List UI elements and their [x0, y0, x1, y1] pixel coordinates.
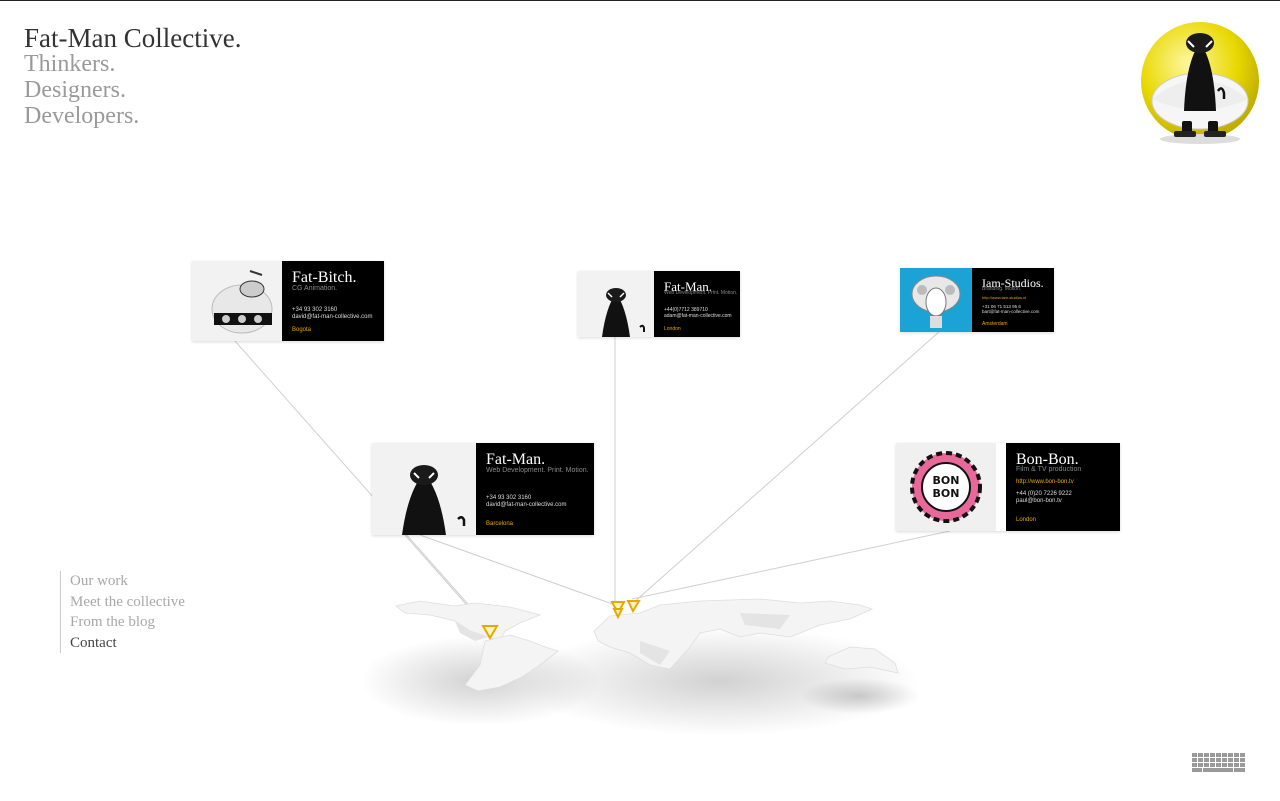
card-description: Branding. Motion. — [982, 286, 1022, 292]
card-city: London — [1016, 517, 1037, 523]
nav-from-the-blog[interactable]: From the blog — [70, 612, 185, 633]
profile-photo: BON BON — [896, 443, 996, 531]
profile-photo — [578, 271, 654, 337]
svg-text:BON: BON — [933, 474, 960, 487]
card-email[interactable]: bart@fat-man-collective.com — [982, 308, 1039, 315]
nav-our-work[interactable]: Our work — [70, 571, 185, 592]
card-info: Fat-Man. Web Development. Print. Motion.… — [654, 271, 740, 337]
card-email[interactable]: david@fat-man-collective.com — [292, 314, 372, 321]
card-description: CG Animation. — [292, 285, 338, 292]
profile-photo — [900, 268, 972, 332]
card-info: Fat-Bitch. CG Animation. +34 93 302 3160… — [282, 261, 384, 341]
card-description: Web Development. Print. Motion. — [664, 290, 738, 296]
profile-card-fat-bitch[interactable]: Fat-Bitch. CG Animation. +34 93 302 3160… — [192, 261, 384, 341]
card-info: Iam-Studios. Branding. Motion. http://ww… — [972, 268, 1054, 332]
card-url[interactable]: http://www.iam-studios.nl — [982, 295, 1026, 300]
profile-card-iam-studios[interactable]: Iam-Studios. Branding. Motion. http://ww… — [900, 268, 1054, 332]
card-phone: +44 (0)20 7226 9222 — [1016, 491, 1072, 497]
card-email[interactable]: david@fat-man-collective.com — [486, 502, 566, 509]
card-phone: +34 93 302 3160 — [486, 495, 532, 501]
card-info: Fat-Man. Web Development. Print. Motion.… — [476, 443, 594, 535]
card-city: Bogota — [292, 327, 312, 333]
profile-card-fat-man-barcelona[interactable]: Fat-Man. Web Development. Print. Motion.… — [372, 443, 594, 535]
nav-meet-the-collective[interactable]: Meet the collective — [70, 592, 185, 613]
main-nav: Our work Meet the collective From the bl… — [60, 571, 185, 653]
card-description: Film & TV production — [1016, 466, 1082, 473]
card-email[interactable]: adam@fat-man-collective.com — [664, 313, 732, 320]
card-city: Amsterdam — [982, 321, 1008, 327]
profile-photo — [192, 261, 282, 341]
profile-card-fat-man-london[interactable]: Fat-Man. Web Development. Print. Motion.… — [578, 271, 740, 337]
card-email[interactable]: paul@bon-bon.tv — [1016, 498, 1062, 505]
svg-text:BON: BON — [933, 487, 960, 500]
card-info: Bon-Bon. Film & TV production http://www… — [1006, 443, 1120, 531]
card-city: London — [664, 326, 681, 332]
card-city: Barcelona — [486, 521, 514, 527]
keyboard-icon[interactable] — [1192, 753, 1248, 775]
card-phone: +34 93 302 3160 — [292, 307, 338, 313]
profile-card-bon-bon[interactable]: BON BON Bon-Bon. Film & TV production ht… — [896, 443, 1120, 531]
card-url[interactable]: http://www.bon-bon.tv — [1016, 479, 1074, 485]
location-marker-london — [626, 600, 641, 614]
card-description: Web Development. Print. Motion. — [486, 467, 589, 474]
world-map-diagram — [234, 330, 951, 736]
profile-photo — [372, 443, 476, 535]
nav-contact[interactable]: Contact — [70, 633, 185, 654]
